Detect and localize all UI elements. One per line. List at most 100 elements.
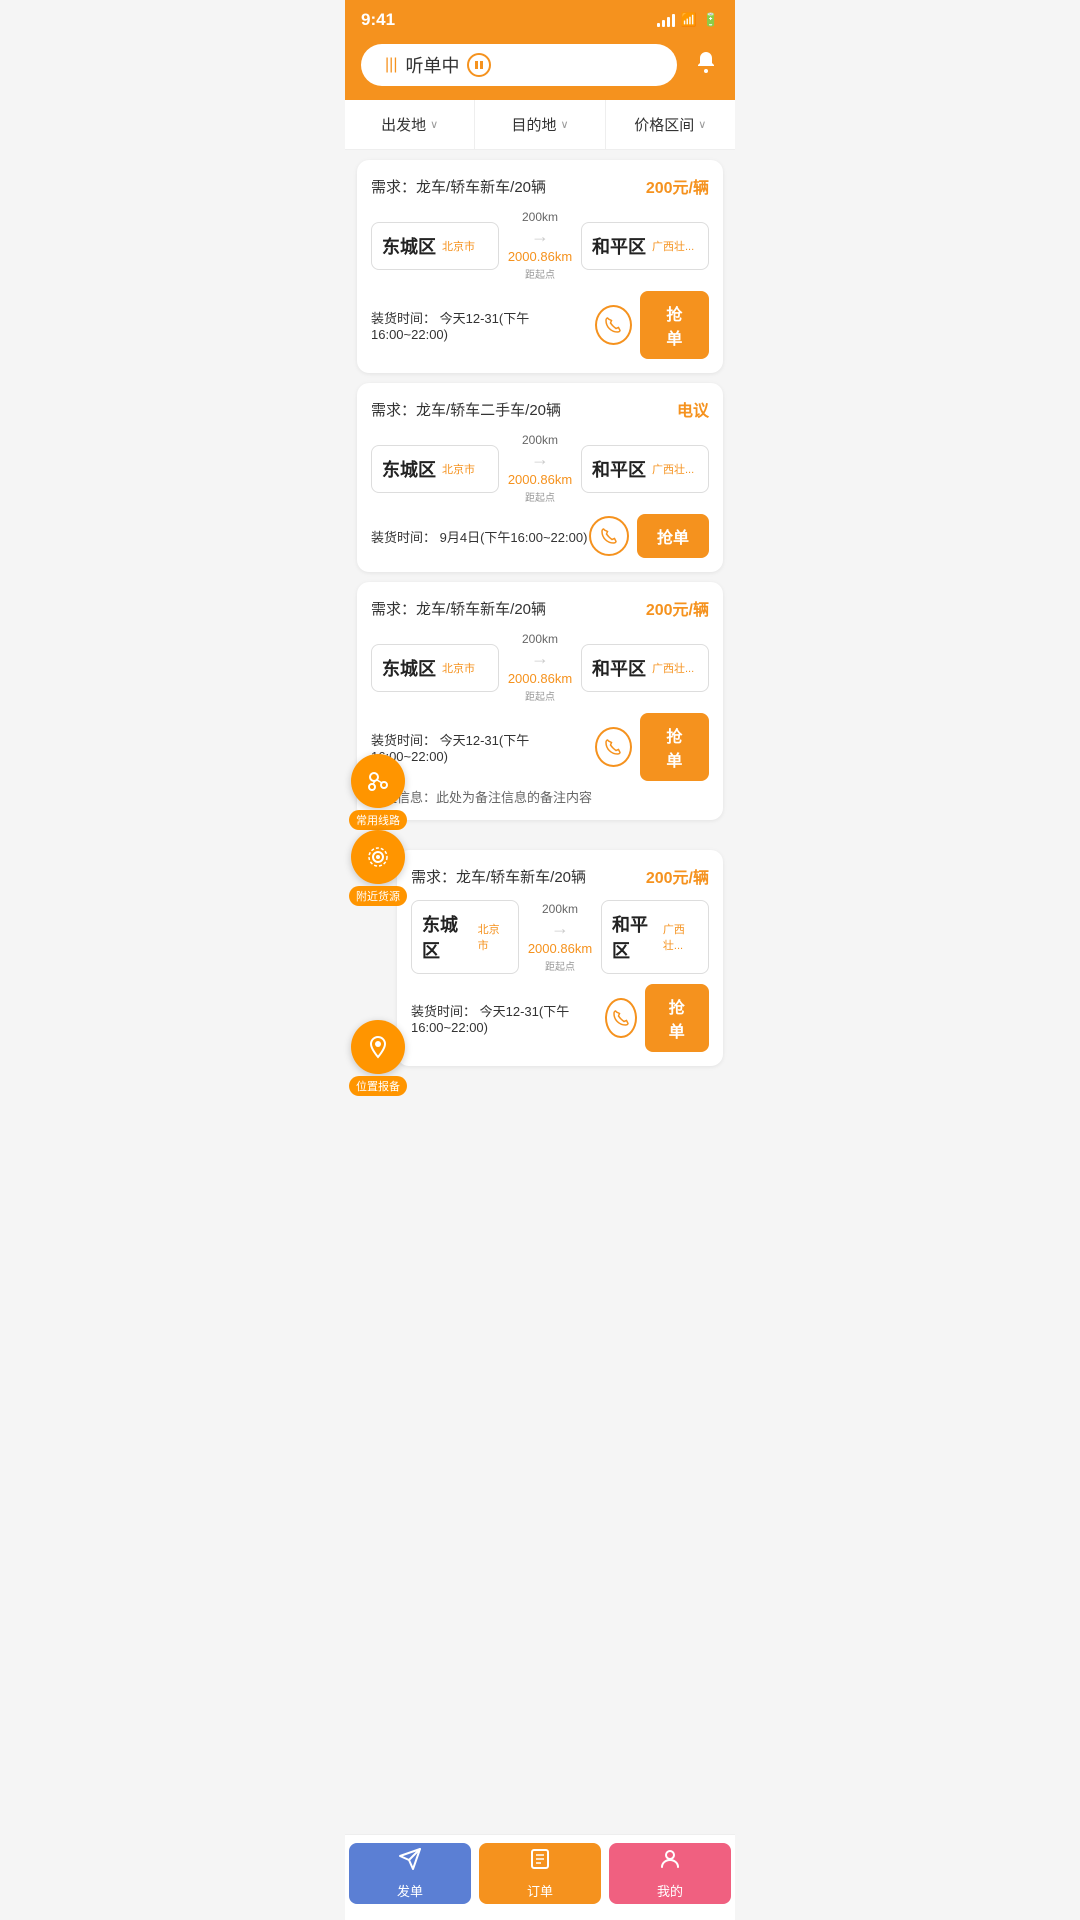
- grab-button[interactable]: 抢单: [640, 713, 709, 781]
- to-province: 广西壮...: [652, 461, 694, 477]
- distance-col: 200km → 2000.86km 距起点: [505, 210, 575, 281]
- from-province: 北京市: [478, 921, 508, 953]
- call-button[interactable]: [605, 998, 637, 1038]
- call-button[interactable]: [595, 305, 632, 345]
- filter-price-label: 价格区间: [634, 114, 694, 135]
- route-row: 东城区 北京市 200km → 2000.86km 距起点 和平区 广西壮...: [371, 210, 709, 281]
- filter-destination[interactable]: 目的地 ∨: [475, 100, 605, 149]
- nav-item-order[interactable]: 订单: [479, 1843, 601, 1904]
- order-card: 需求：龙车/轿车二手车/20辆 电议 东城区 北京市 200km → 2000.…: [357, 383, 723, 572]
- nearby-cargo-icon[interactable]: [351, 830, 405, 884]
- distance-col: 200km → 2000.86km 距起点: [505, 433, 575, 504]
- order-card: 需求：龙车/轿车新车/20辆 200元/辆 东城区 北京市 200km → 20…: [357, 160, 723, 373]
- nearby-cargo-button[interactable]: 附近货源: [349, 830, 407, 906]
- dist-label: 距起点: [545, 958, 575, 973]
- from-city: 东城区: [382, 655, 436, 681]
- header: ||| 听单中: [345, 36, 735, 100]
- demand-label: 需求：龙车/轿车新车/20辆: [371, 598, 546, 619]
- to-city: 和平区: [592, 456, 646, 482]
- from-province: 北京市: [442, 238, 475, 254]
- from-city: 东城区: [382, 233, 436, 259]
- order-icon: [528, 1847, 552, 1877]
- card-actions: 抢单: [589, 514, 709, 558]
- signal-icon: [657, 13, 675, 27]
- wave-icon: |||: [385, 56, 397, 74]
- card-with-floats-2: 附近货源 需求：龙车/轿车新车/20辆 200元/辆 东城区 北京市 200km…: [357, 850, 723, 1066]
- card-actions: 抢单: [595, 291, 709, 359]
- cards-area: 需求：龙车/轿车新车/20辆 200元/辆 东城区 北京市 200km → 20…: [345, 150, 735, 1076]
- price-label: 电议: [677, 397, 709, 421]
- card-footer: 装货时间： 今天12-31(下午16:00~22:00) 抢单: [371, 713, 709, 781]
- chevron-down-icon: ∨: [698, 118, 706, 131]
- arrow-icon: →: [531, 226, 549, 247]
- arrow-icon: →: [531, 449, 549, 470]
- to-location: 和平区 广西壮...: [581, 644, 709, 692]
- pause-icon[interactable]: [467, 53, 491, 77]
- nearby-cargo-label: 附近货源: [349, 886, 407, 906]
- card-actions: 抢单: [595, 713, 709, 781]
- load-time: 装货时间： 今天12-31(下午16:00~22:00): [371, 308, 595, 342]
- filter-departure[interactable]: 出发地 ∨: [345, 100, 475, 149]
- bell-icon[interactable]: [693, 49, 719, 81]
- dist-label: 距起点: [525, 688, 555, 703]
- load-time: 装货时间： 9月4日(下午16:00~22:00): [371, 527, 587, 546]
- call-button[interactable]: [595, 727, 632, 767]
- battery-icon: 🔋: [703, 12, 719, 28]
- price-label: 200元/辆: [646, 864, 709, 888]
- card-actions: 抢单: [605, 984, 709, 1052]
- grab-button[interactable]: 抢单: [645, 984, 709, 1052]
- to-city: 和平区: [592, 233, 646, 259]
- from-location: 东城区 北京市: [411, 900, 519, 974]
- frequent-routes-button[interactable]: 常用线路: [349, 754, 407, 830]
- nav-item-post[interactable]: 发单: [349, 1843, 471, 1904]
- mine-icon: [658, 1847, 682, 1877]
- filter-price[interactable]: 价格区间 ∨: [606, 100, 735, 149]
- dist-top: 200km: [522, 210, 558, 224]
- card-header: 需求：龙车/轿车新车/20辆 200元/辆: [411, 864, 709, 888]
- post-icon: [398, 1847, 422, 1877]
- order-card: 需求：龙车/轿车新车/20辆 200元/辆 东城区 北京市 200km → 20…: [397, 850, 723, 1066]
- card-header: 需求：龙车/轿车新车/20辆 200元/辆: [371, 174, 709, 198]
- from-city: 东城区: [422, 911, 472, 963]
- card-footer: 装货时间： 今天12-31(下午16:00~22:00) 抢单: [411, 984, 709, 1052]
- dist-label: 距起点: [525, 266, 555, 281]
- from-location: 东城区 北京市: [371, 644, 499, 692]
- grab-button[interactable]: 抢单: [640, 291, 709, 359]
- card-header: 需求：龙车/轿车二手车/20辆 电议: [371, 397, 709, 421]
- card-footer: 装货时间： 今天12-31(下午16:00~22:00) 抢单: [371, 291, 709, 359]
- nav-item-mine[interactable]: 我的: [609, 1843, 731, 1904]
- listen-button[interactable]: ||| 听单中: [361, 44, 677, 86]
- arrow-icon: →: [531, 648, 549, 669]
- grab-button[interactable]: 抢单: [637, 514, 709, 558]
- filter-bar: 出发地 ∨ 目的地 ∨ 价格区间 ∨: [345, 100, 735, 150]
- card-footer: 装货时间： 9月4日(下午16:00~22:00) 抢单: [371, 514, 709, 558]
- route-row: 东城区 北京市 200km → 2000.86km 距起点 和平区 广西壮...: [411, 900, 709, 974]
- dist-bottom: 2000.86km: [508, 249, 572, 264]
- price-label: 200元/辆: [646, 174, 709, 198]
- frequent-routes-label: 常用线路: [349, 810, 407, 830]
- status-icons: 📶 🔋: [657, 12, 719, 28]
- call-button[interactable]: [589, 516, 629, 556]
- demand-label: 需求：龙车/轿车新车/20辆: [411, 866, 586, 887]
- filter-departure-label: 出发地: [381, 114, 426, 135]
- wifi-icon: 📶: [681, 12, 697, 28]
- from-city: 东城区: [382, 456, 436, 482]
- distance-col: 200km → 2000.86km 距起点: [525, 902, 595, 973]
- location-report-button[interactable]: 位置报备: [349, 1020, 407, 1096]
- location-report-icon[interactable]: [351, 1020, 405, 1074]
- note-row: 备注信息：此处为备注信息的备注内容: [371, 787, 709, 806]
- status-time: 9:41: [361, 10, 395, 30]
- dist-top: 200km: [522, 632, 558, 646]
- dist-bottom: 2000.86km: [508, 671, 572, 686]
- frequent-routes-icon[interactable]: [351, 754, 405, 808]
- from-province: 北京市: [442, 660, 475, 676]
- dist-top: 200km: [522, 433, 558, 447]
- from-location: 东城区 北京市: [371, 445, 499, 493]
- from-province: 北京市: [442, 461, 475, 477]
- distance-col: 200km → 2000.86km 距起点: [505, 632, 575, 703]
- status-bar: 9:41 📶 🔋: [345, 0, 735, 36]
- dist-bottom: 2000.86km: [508, 472, 572, 487]
- nav-post-label: 发单: [397, 1881, 423, 1900]
- price-label: 200元/辆: [646, 596, 709, 620]
- dist-label: 距起点: [525, 489, 555, 504]
